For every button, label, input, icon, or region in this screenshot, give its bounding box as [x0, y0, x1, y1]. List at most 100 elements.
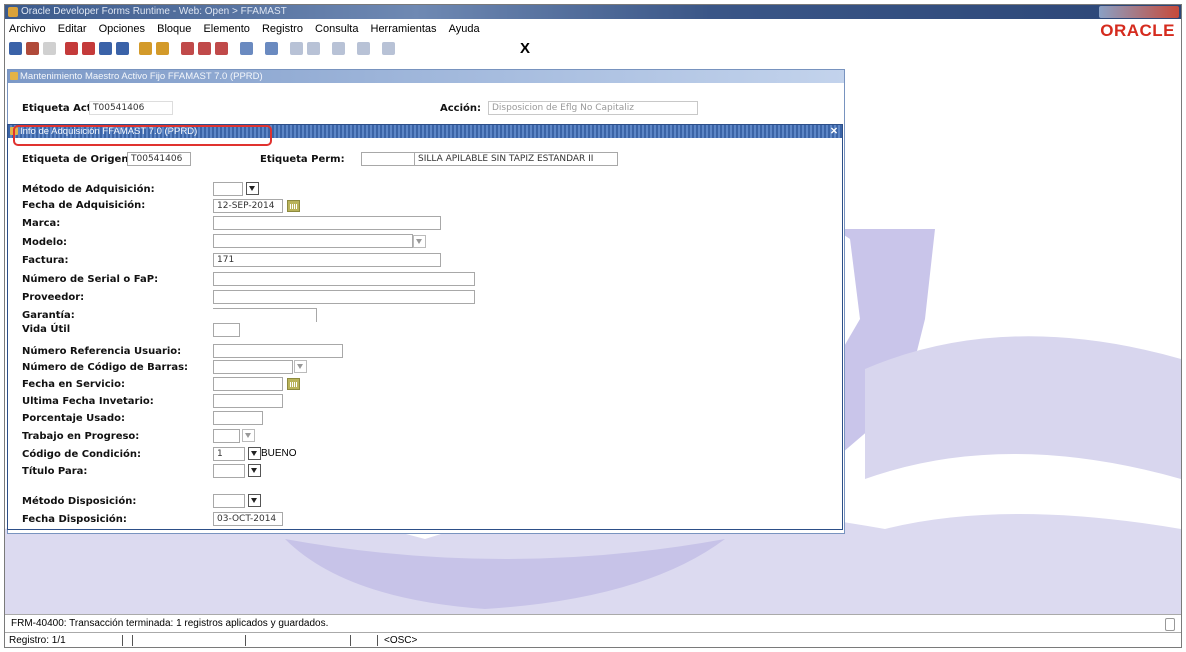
fecha-adquisicion-field[interactable]: 12-SEP-2014 [213, 199, 283, 213]
accion-label: Acción: [440, 103, 482, 114]
modelo-lov-icon[interactable] [413, 235, 426, 248]
clear-icon[interactable] [116, 42, 129, 55]
porcentaje-label: Porcentaje Usado: [22, 413, 126, 424]
options-icon[interactable] [357, 42, 370, 55]
modelo-field[interactable] [213, 234, 413, 248]
help-icon[interactable] [332, 42, 345, 55]
garantia-field[interactable] [213, 308, 317, 322]
metodo-disposicion-label: Método Disposición: [22, 496, 137, 507]
codigo-barras-lov-icon[interactable] [294, 360, 307, 373]
remove-record-icon[interactable] [198, 42, 211, 55]
print-report-icon[interactable] [265, 42, 278, 55]
scroll-handle[interactable] [1165, 618, 1175, 631]
etiqueta-perm-field[interactable] [361, 152, 415, 166]
exit-form-icon[interactable] [26, 42, 39, 55]
ultima-fecha-field[interactable] [213, 394, 283, 408]
extract-icon[interactable] [307, 42, 320, 55]
codigo-condicion-label: Código de Condición: [22, 449, 141, 460]
menu-elemento[interactable]: Elemento [203, 23, 249, 35]
modelo-label: Modelo: [22, 237, 68, 248]
status-divider [122, 635, 123, 646]
condicion-description: BUENO [261, 448, 297, 459]
attachment-icon[interactable] [290, 42, 303, 55]
metodo-adquisicion-label: Método de Adquisición: [22, 184, 155, 195]
query-icon[interactable] [240, 42, 253, 55]
trabajo-lov-icon[interactable] [242, 429, 255, 442]
title-bar: Oracle Developer Forms Runtime - Web: Op… [5, 5, 1181, 19]
trabajo-field[interactable] [213, 429, 240, 443]
oracle-logo: ORACLE [1100, 21, 1175, 40]
cut-icon[interactable] [65, 42, 78, 55]
vida-util-field[interactable] [213, 323, 240, 337]
codigo-barras-label: Número de Código de Barras: [22, 362, 189, 373]
etiqueta-perm-label: Etiqueta Perm: [260, 154, 345, 165]
menu-bar: Archivo Editar Opciones Bloque Elemento … [5, 20, 1181, 38]
lock-record-icon[interactable] [215, 42, 228, 55]
garantia-label: Garantía: [22, 310, 75, 321]
info-icon[interactable] [382, 42, 395, 55]
vida-util-label: Vida Útil [22, 324, 71, 335]
window-controls[interactable] [1099, 6, 1179, 18]
codigo-condicion-field[interactable]: 1 [213, 447, 245, 461]
window-title: Oracle Developer Forms Runtime - Web: Op… [21, 6, 287, 17]
calendar-icon[interactable] [287, 378, 300, 390]
referencia-usuario-field[interactable] [213, 344, 343, 358]
menu-consulta[interactable]: Consulta [315, 23, 358, 35]
etiqueta-origen-field[interactable]: T00541406 [127, 152, 191, 166]
status-message-bar: FRM-40400: Transacción terminada: 1 regi… [5, 614, 1181, 631]
save-icon[interactable] [9, 42, 22, 55]
toolbar: X [5, 39, 1181, 59]
fecha-servicio-field[interactable] [213, 377, 283, 391]
form-window-icon [10, 72, 18, 80]
menu-ayuda[interactable]: Ayuda [449, 23, 480, 35]
proveedor-label: Proveedor: [22, 292, 85, 303]
insert-record-icon[interactable] [181, 42, 194, 55]
menu-bloque[interactable]: Bloque [157, 23, 191, 35]
exit-icon[interactable]: X [520, 40, 530, 57]
metodo-adquisicion-dropdown-icon[interactable] [246, 182, 259, 195]
menu-archivo[interactable]: Archivo [9, 23, 46, 35]
titulo-para-field[interactable] [213, 464, 245, 478]
main-form-title: Mantenimiento Maestro Activo Fijo FFAMAS… [20, 71, 263, 82]
description-field[interactable]: SILLA APILABLE SIN TAPIZ ESTANDAR II [414, 152, 618, 166]
status-divider [132, 635, 133, 646]
status-bar: Registro: 1/1 <OSC> [5, 632, 1181, 647]
fecha-disposicion-field[interactable]: 03-OCT-2014 [213, 512, 283, 526]
record-indicator: Registro: 1/1 [9, 635, 66, 646]
main-form-titlebar: Mantenimiento Maestro Activo Fijo FFAMAS… [8, 70, 844, 83]
next-block-icon[interactable] [156, 42, 169, 55]
status-divider [350, 635, 351, 646]
previous-block-icon[interactable] [139, 42, 152, 55]
status-divider [245, 635, 246, 646]
titulo-para-dropdown-icon[interactable] [248, 464, 261, 477]
osc-indicator: <OSC> [384, 635, 418, 646]
factura-label: Factura: [22, 255, 69, 266]
codigo-barras-field[interactable] [213, 360, 293, 374]
paste-icon[interactable] [99, 42, 112, 55]
close-icon[interactable]: ✕ [830, 125, 838, 138]
menu-herramientas[interactable]: Herramientas [371, 23, 437, 35]
app-window: Oracle Developer Forms Runtime - Web: Op… [4, 4, 1182, 648]
print-icon[interactable] [43, 42, 56, 55]
condicion-dropdown-icon[interactable] [248, 447, 261, 460]
metodo-disposicion-dropdown-icon[interactable] [248, 494, 261, 507]
accion-field[interactable]: Disposicion de Eflg No Capitaliz [488, 101, 698, 115]
ultima-fecha-label: Ultima Fecha Invetario: [22, 396, 154, 407]
calendar-icon[interactable] [287, 200, 300, 212]
copy-icon[interactable] [82, 42, 95, 55]
fecha-disposicion-label: Fecha Disposición: [22, 514, 127, 525]
etiqueta-activo-field[interactable]: T00541406 [89, 101, 173, 115]
metodo-disposicion-field[interactable] [213, 494, 245, 508]
marca-field[interactable] [213, 216, 441, 230]
acquisition-info-window: Info de Adquisición FFAMAST 7.0 (PPRD) ✕… [7, 124, 843, 530]
menu-registro[interactable]: Registro [262, 23, 303, 35]
highlight-box [13, 125, 272, 146]
menu-editar[interactable]: Editar [58, 23, 87, 35]
porcentaje-field[interactable] [213, 411, 263, 425]
trabajo-label: Trabajo en Progreso: [22, 431, 140, 442]
menu-opciones[interactable]: Opciones [99, 23, 145, 35]
proveedor-field[interactable] [213, 290, 475, 304]
serial-field[interactable] [213, 272, 475, 286]
factura-field[interactable]: 171 [213, 253, 441, 267]
metodo-adquisicion-field[interactable] [213, 182, 243, 196]
